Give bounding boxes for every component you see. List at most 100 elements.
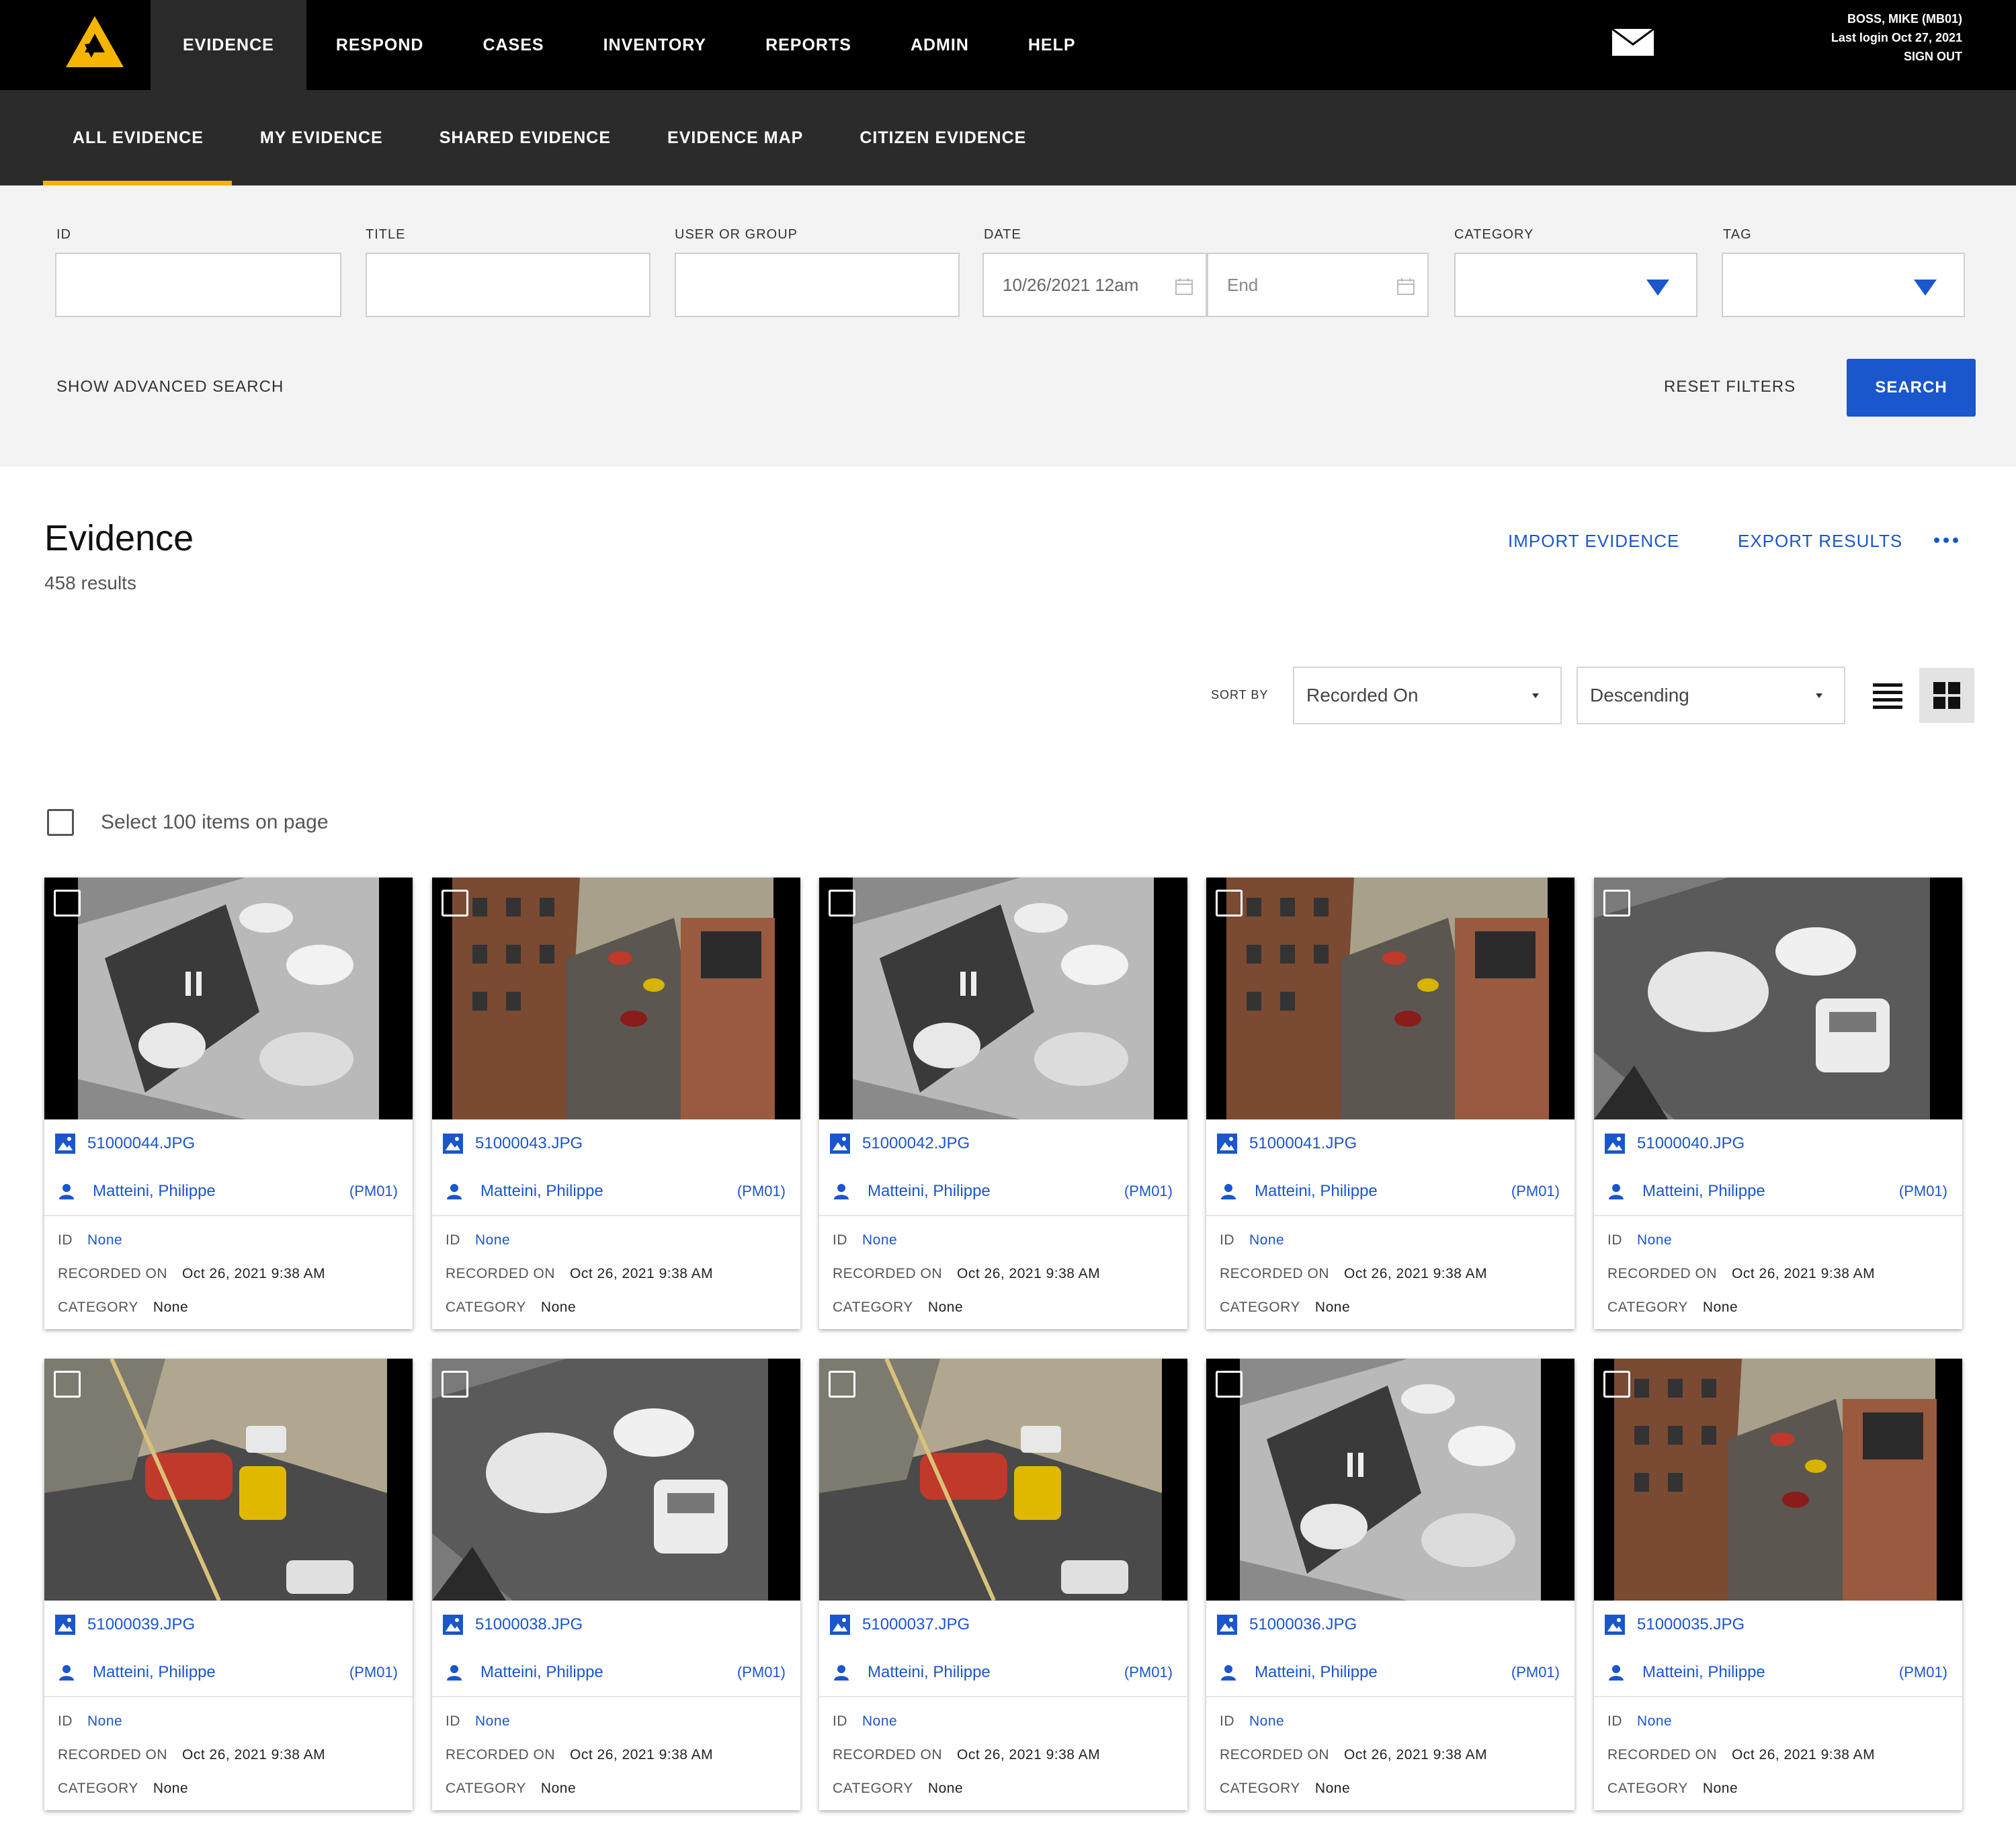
date-start-input[interactable]: 10/26/2021 12am — [982, 253, 1207, 317]
file-row[interactable]: 51000038.JPG — [432, 1601, 800, 1649]
file-name[interactable]: 51000041.JPG — [1249, 1134, 1357, 1153]
topnav-cases[interactable]: CASES — [453, 0, 573, 90]
topnav-admin[interactable]: ADMIN — [881, 0, 999, 90]
owner-name[interactable]: Matteini, Philippe — [480, 1663, 603, 1682]
file-name[interactable]: 51000038.JPG — [475, 1615, 583, 1634]
evidence-card[interactable]: 51000036.JPG Matteini, Philippe (PM01) I… — [1206, 1359, 1574, 1810]
sign-out-link[interactable]: SIGN OUT — [1831, 47, 1962, 66]
owner-name[interactable]: Matteini, Philippe — [1642, 1663, 1765, 1682]
meta-id-value[interactable]: None — [1249, 1713, 1284, 1730]
file-row[interactable]: 51000042.JPG — [819, 1119, 1187, 1168]
card-select-checkbox[interactable] — [54, 1371, 81, 1398]
card-select-checkbox[interactable] — [1216, 1371, 1243, 1398]
card-select-checkbox[interactable] — [829, 1371, 855, 1398]
more-options-icon[interactable] — [1933, 535, 1960, 546]
evidence-card[interactable]: 51000038.JPG Matteini, Philippe (PM01) I… — [432, 1359, 800, 1810]
topnav-evidence[interactable]: EVIDENCE — [151, 0, 306, 90]
tab-all-evidence[interactable]: ALL EVIDENCE — [43, 90, 232, 185]
evidence-thumbnail-thermal-street[interactable] — [44, 878, 413, 1119]
tab-my-evidence[interactable]: MY EVIDENCE — [232, 90, 411, 185]
owner-name[interactable]: Matteini, Philippe — [93, 1182, 216, 1201]
evidence-thumbnail-color-crash[interactable] — [819, 1359, 1187, 1601]
evidence-card[interactable]: 51000043.JPG Matteini, Philippe (PM01) I… — [432, 878, 800, 1329]
card-select-checkbox[interactable] — [442, 1371, 468, 1398]
owner-name[interactable]: Matteini, Philippe — [1642, 1182, 1765, 1201]
card-select-checkbox[interactable] — [442, 890, 468, 917]
card-select-checkbox[interactable] — [1603, 1371, 1630, 1398]
meta-id-value[interactable]: None — [87, 1713, 122, 1730]
sort-field-select[interactable]: Recorded On — [1293, 667, 1562, 724]
evidence-thumbnail-color-buildings[interactable] — [432, 878, 800, 1119]
owner-name[interactable]: Matteini, Philippe — [1255, 1182, 1378, 1201]
meta-id-value[interactable]: None — [862, 1713, 897, 1730]
file-row[interactable]: 51000043.JPG — [432, 1119, 800, 1168]
meta-id-value[interactable]: None — [1637, 1713, 1672, 1730]
topnav-respond[interactable]: RESPOND — [306, 0, 454, 90]
evidence-card[interactable]: 51000042.JPG Matteini, Philippe (PM01) I… — [819, 878, 1187, 1329]
evidence-thumbnail-thermal-crash[interactable] — [1594, 878, 1962, 1119]
owner-name[interactable]: Matteini, Philippe — [868, 1663, 991, 1682]
agency-logo-icon[interactable] — [65, 15, 125, 69]
file-name[interactable]: 51000039.JPG — [87, 1615, 195, 1634]
owner-name[interactable]: Matteini, Philippe — [93, 1663, 216, 1682]
title-filter-input[interactable] — [366, 253, 650, 317]
search-button[interactable]: SEARCH — [1847, 359, 1976, 417]
card-select-checkbox[interactable] — [1603, 890, 1630, 917]
show-advanced-search-link[interactable]: SHOW ADVANCED SEARCH — [56, 378, 284, 396]
topnav-inventory[interactable]: INVENTORY — [574, 0, 736, 90]
calendar-icon[interactable] — [1175, 277, 1193, 296]
file-name[interactable]: 51000040.JPG — [1637, 1134, 1745, 1153]
category-filter-select[interactable] — [1454, 253, 1697, 317]
export-results-link[interactable]: EXPORT RESULTS — [1738, 531, 1902, 552]
evidence-thumbnail-thermal-street[interactable] — [819, 878, 1187, 1119]
meta-id-value[interactable]: None — [1637, 1232, 1672, 1248]
tag-filter-select[interactable] — [1722, 253, 1965, 317]
file-row[interactable]: 51000040.JPG — [1594, 1119, 1962, 1168]
file-name[interactable]: 51000044.JPG — [87, 1134, 195, 1153]
evidence-thumbnail-thermal-street[interactable] — [1206, 1359, 1574, 1601]
file-row[interactable]: 51000037.JPG — [819, 1601, 1187, 1649]
mail-icon[interactable] — [1611, 28, 1654, 56]
meta-id-value[interactable]: None — [475, 1713, 510, 1730]
meta-id-value[interactable]: None — [1249, 1232, 1284, 1248]
evidence-card[interactable]: 51000040.JPG Matteini, Philippe (PM01) I… — [1594, 878, 1962, 1329]
select-all-checkbox[interactable] — [47, 809, 74, 836]
topnav-reports[interactable]: REPORTS — [736, 0, 881, 90]
sort-order-select[interactable]: Descending — [1577, 667, 1845, 724]
user-filter-input[interactable] — [675, 253, 960, 317]
evidence-card[interactable]: 51000044.JPG Matteini, Philippe (PM01) I… — [44, 878, 413, 1329]
id-filter-input[interactable] — [55, 253, 341, 317]
file-row[interactable]: 51000044.JPG — [44, 1119, 413, 1168]
file-row[interactable]: 51000039.JPG — [44, 1601, 413, 1649]
file-row[interactable]: 51000041.JPG — [1206, 1119, 1574, 1168]
owner-name[interactable]: Matteini, Philippe — [480, 1182, 603, 1201]
evidence-card[interactable]: 51000035.JPG Matteini, Philippe (PM01) I… — [1594, 1359, 1962, 1810]
file-name[interactable]: 51000035.JPG — [1637, 1615, 1745, 1634]
card-select-checkbox[interactable] — [54, 890, 81, 917]
file-row[interactable]: 51000035.JPG — [1594, 1601, 1962, 1649]
meta-id-value[interactable]: None — [87, 1232, 122, 1248]
file-row[interactable]: 51000036.JPG — [1206, 1601, 1574, 1649]
file-name[interactable]: 51000037.JPG — [862, 1615, 970, 1634]
tab-citizen-evidence[interactable]: CITIZEN EVIDENCE — [831, 90, 1054, 185]
owner-name[interactable]: Matteini, Philippe — [1255, 1663, 1378, 1682]
card-select-checkbox[interactable] — [1216, 890, 1243, 917]
evidence-card[interactable]: 51000041.JPG Matteini, Philippe (PM01) I… — [1206, 878, 1574, 1329]
file-name[interactable]: 51000043.JPG — [475, 1134, 583, 1153]
meta-id-value[interactable]: None — [862, 1232, 897, 1248]
evidence-thumbnail-color-crash[interactable] — [44, 1359, 413, 1601]
evidence-thumbnail-color-buildings[interactable] — [1206, 878, 1574, 1119]
reset-filters-link[interactable]: RESET FILTERS — [1664, 378, 1796, 396]
evidence-card[interactable]: 51000037.JPG Matteini, Philippe (PM01) I… — [819, 1359, 1187, 1810]
owner-name[interactable]: Matteini, Philippe — [868, 1182, 991, 1201]
list-view-button[interactable] — [1860, 668, 1915, 723]
meta-id-value[interactable]: None — [475, 1232, 510, 1248]
evidence-thumbnail-color-buildings[interactable] — [1594, 1359, 1962, 1601]
topnav-help[interactable]: HELP — [999, 0, 1105, 90]
import-evidence-link[interactable]: IMPORT EVIDENCE — [1508, 531, 1679, 552]
calendar-icon[interactable] — [1396, 277, 1415, 296]
file-name[interactable]: 51000036.JPG — [1249, 1615, 1357, 1634]
evidence-thumbnail-thermal-crash[interactable] — [432, 1359, 800, 1601]
tab-shared-evidence[interactable]: SHARED EVIDENCE — [411, 90, 639, 185]
card-select-checkbox[interactable] — [829, 890, 855, 917]
